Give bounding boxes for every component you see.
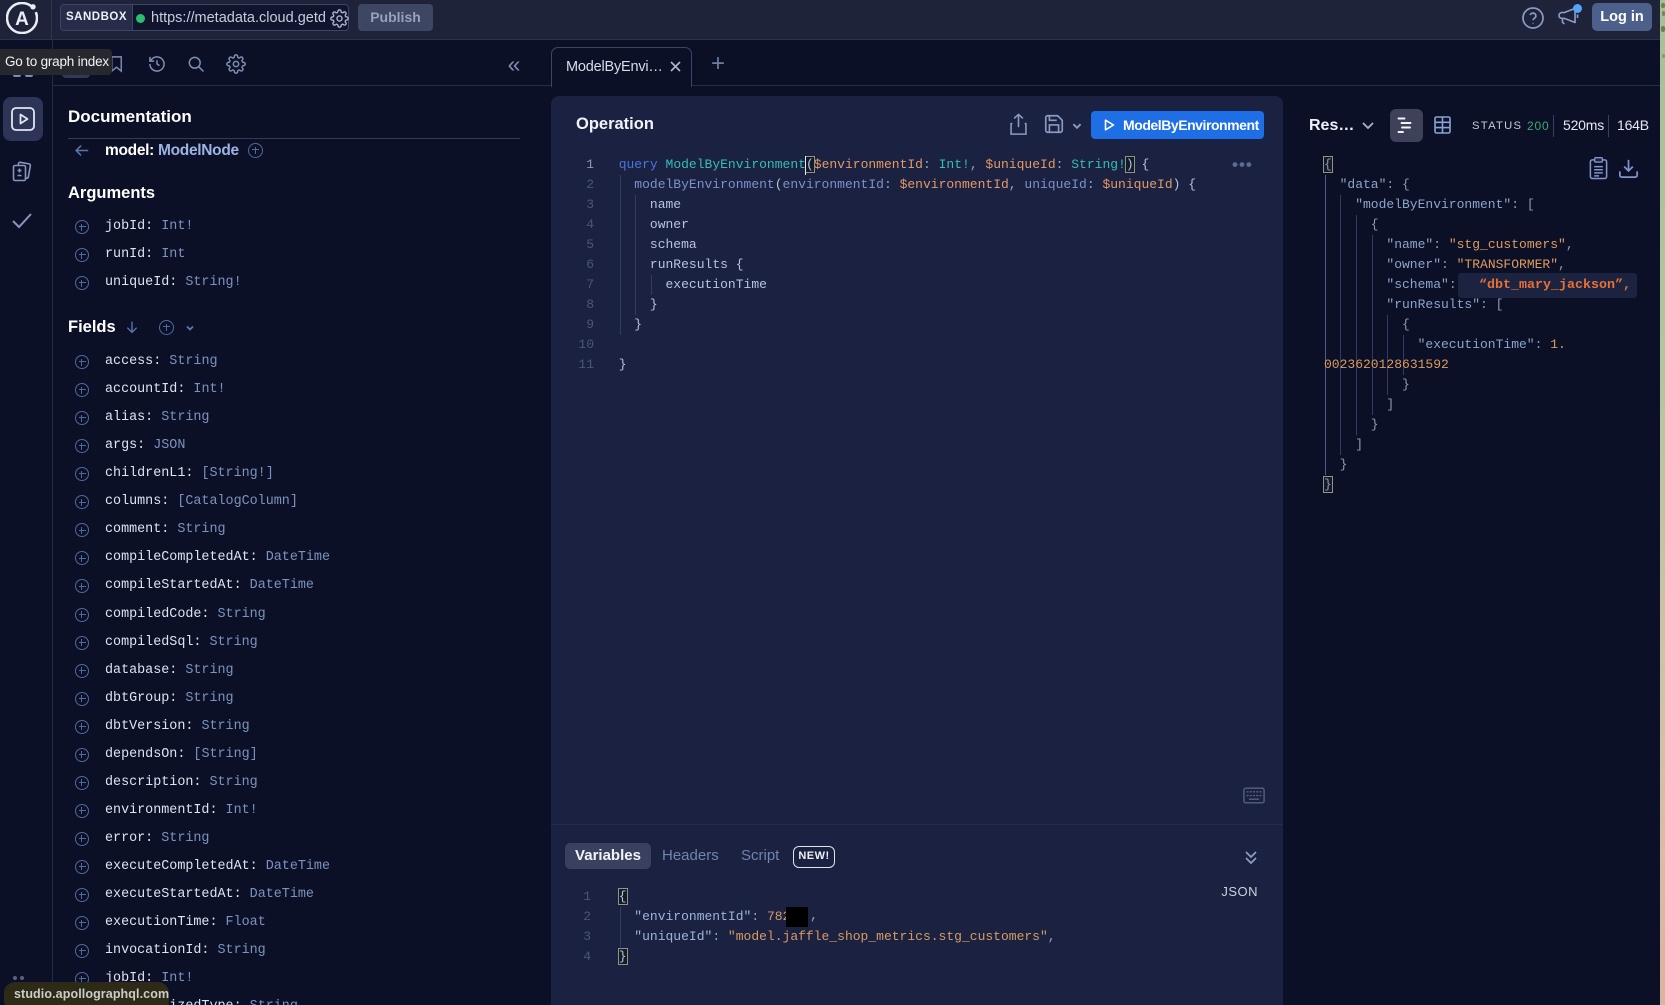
svg-text:A: A xyxy=(15,9,29,30)
